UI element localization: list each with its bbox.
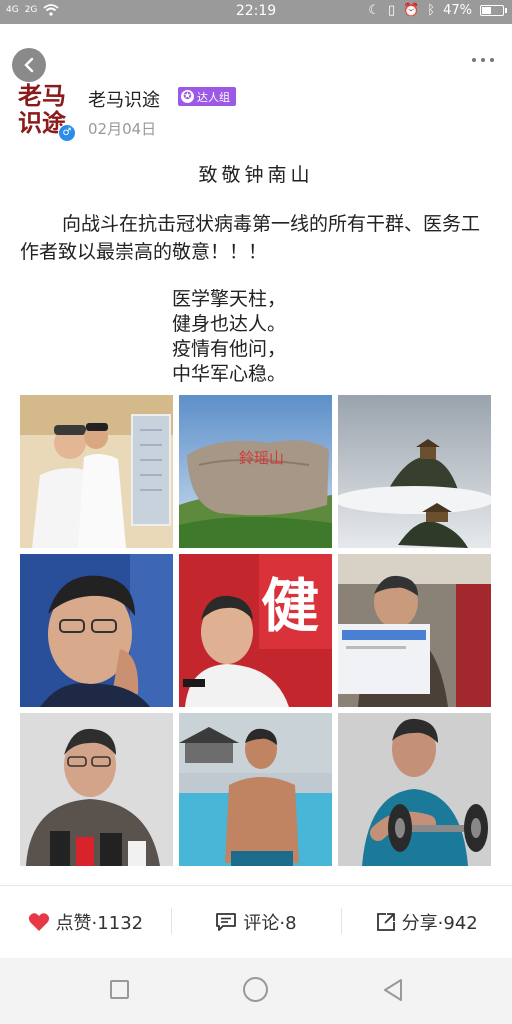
heart-icon — [28, 913, 49, 931]
avatar-text-line1: 老马 — [18, 81, 66, 110]
poem-line: 医学擎天柱， — [172, 288, 287, 310]
poem-line: 中华军心稳。 — [172, 363, 287, 385]
chevron-left-icon — [24, 57, 34, 73]
moon-icon: ☾ — [368, 3, 380, 18]
vibrate-icon: ▯ — [387, 3, 396, 18]
author-name[interactable]: 老马识途 — [88, 86, 160, 112]
share-icon — [376, 913, 395, 931]
nav-back-button[interactable] — [382, 978, 404, 1002]
dot-icon — [472, 58, 476, 62]
status-bar: 4G 2G 22:19 ☾ ▯ ⏰ ᛒ 47% — [0, 0, 512, 24]
rock-inscription: 鈴瑶山 — [239, 449, 284, 467]
badge-label: 达人组 — [197, 90, 230, 104]
star-icon: ✪ — [181, 90, 194, 103]
post-paragraph: 向战斗在抗击冠状病毒第一线的所有干群、医务工作者致以最崇高的敬意！！！ — [20, 213, 481, 263]
poster-character: 健 — [261, 572, 319, 640]
divider — [0, 885, 512, 886]
comment-button[interactable]: 评论·8 — [170, 896, 342, 948]
dot-icon — [490, 58, 494, 62]
share-label: 分享·942 — [401, 913, 478, 934]
comment-icon — [216, 913, 237, 931]
recent-apps-button[interactable] — [110, 980, 129, 999]
comment-label: 评论·8 — [243, 913, 297, 934]
share-button[interactable]: 分享·942 — [341, 896, 512, 948]
like-label: 点赞·1132 — [55, 913, 144, 934]
doctor-with-xray-photo[interactable] — [20, 395, 173, 548]
thinking-portrait-photo[interactable] — [20, 554, 173, 707]
home-button[interactable] — [243, 977, 268, 1002]
system-nav-bar — [0, 958, 512, 1024]
swimming-pool-photo[interactable] — [179, 713, 332, 866]
bluetooth-icon: ᛒ — [427, 3, 436, 18]
expert-badge: ✪ 达人组 — [178, 87, 236, 106]
mountain-rock-inscription-photo[interactable]: 鈴瑶山 — [179, 395, 332, 548]
photo-grid: 鈴瑶山 健 — [20, 395, 492, 867]
poem-line: 疫情有他问， — [172, 338, 287, 360]
battery-icon — [480, 5, 507, 16]
alarm-icon: ⏰ — [403, 3, 420, 18]
post-title: 致敬钟南山 — [198, 164, 314, 186]
back-button[interactable] — [12, 48, 46, 82]
press-conference-photo[interactable] — [20, 713, 173, 866]
battery-percent: 47% — [443, 3, 472, 18]
poem-line: 健身也达人。 — [172, 313, 287, 335]
dot-icon — [481, 58, 485, 62]
like-button[interactable]: 点赞·1132 — [0, 896, 171, 948]
smiling-speaker-photo[interactable]: 健 — [179, 554, 332, 707]
action-bar: 点赞·1132 评论·8 分享·942 — [0, 896, 512, 948]
dumbbell-workout-photo[interactable] — [338, 713, 491, 866]
post-date: 02月04日 — [88, 120, 157, 138]
status-icons: ☾ ▯ ⏰ ᛒ 47% — [368, 3, 507, 18]
poem: 医学擎天柱， 健身也达人。 疫情有他问， 中华军心稳。 — [172, 287, 286, 387]
male-gender-icon: ♂ — [58, 124, 76, 142]
misty-mountain-temple-photo[interactable] — [338, 395, 491, 548]
more-options-button[interactable] — [472, 58, 494, 62]
train-passenger-photo[interactable] — [338, 554, 491, 707]
